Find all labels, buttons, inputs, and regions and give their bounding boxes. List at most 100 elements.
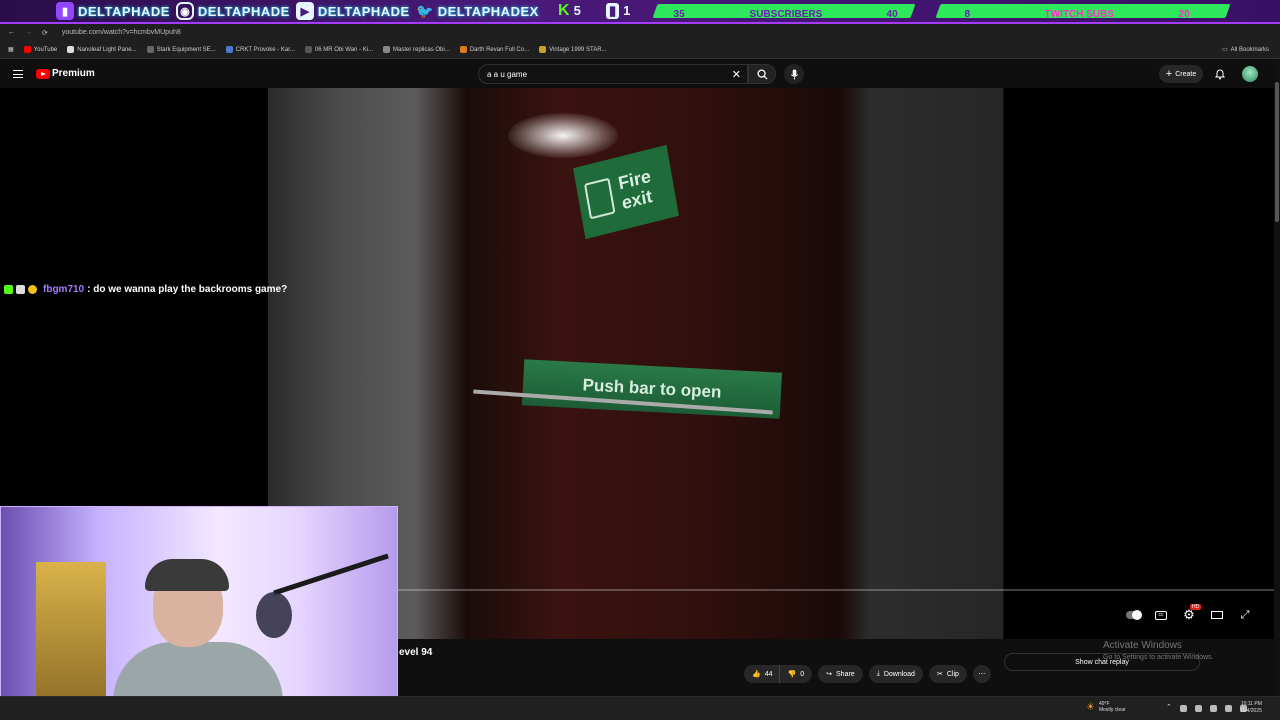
handle-text: DELTAPHADEX [437,3,539,19]
url-text[interactable]: youtube.com/watch?v=hcmbvMUpuh8 [62,29,181,36]
webcam-door [36,562,106,715]
microphone-icon [790,68,798,80]
share-button[interactable]: ↪ Share [818,665,863,683]
kick-icon: K [558,1,570,19]
theater-mode-button[interactable] [1208,607,1226,623]
handle-text: DELTAPHADE [78,3,170,19]
webcam-streamer [113,547,283,715]
fire-exit-text: Fire exit [616,165,654,214]
scroll-thumb[interactable] [1275,82,1279,222]
handle-text: DELTAPHADE [197,3,290,19]
browser-address-bar: ← → ⟳ youtube.com/watch?v=hcmbvMUpuh8 [0,24,1280,41]
settings-button[interactable]: ⚙ HD [1180,604,1202,623]
moderator-badge-icon [16,285,25,294]
subs-end: 40 [886,9,898,20]
running-man-icon [583,177,616,220]
autoplay-toggle[interactable] [1124,607,1142,623]
system-tray: ⌃ [1166,703,1247,712]
chat-text: : do we wanna play the backrooms game? [87,284,288,295]
apps-icon[interactable]: ▦ [8,46,14,53]
captions-icon: cc [1155,610,1167,620]
search-input[interactable]: a a u game ✕ [478,64,748,84]
microphone-tray-icon[interactable] [1224,705,1232,712]
tsubs-end: 20 [1178,9,1190,20]
bookmark-item[interactable]: CRKT Provoke - Kar... [225,46,295,53]
clip-button[interactable]: ✂ Clip [928,665,967,683]
webcam-overlay [0,506,398,716]
all-bookmarks[interactable]: ▭ All Bookmarks [1222,46,1269,54]
bookmark-item[interactable]: Darth Revan Full Co... [459,46,529,53]
back-icon[interactable]: ← [8,29,15,36]
ceiling-light [508,113,618,158]
dislike-count: 0 [800,670,805,678]
bookmark-item[interactable]: Nanoleaf Light Pane... [67,46,137,53]
reload-icon[interactable]: ⟳ [42,29,48,37]
search-button[interactable] [748,64,776,84]
video-progress-bar[interactable] [398,589,1274,591]
forward-icon[interactable]: → [25,29,32,36]
bookmark-item[interactable]: 06 MR Obi Wan - Ki... [304,46,373,53]
youtube-logo-icon[interactable] [36,69,50,79]
bookmark-item[interactable]: Master replicas Obi... [383,46,450,53]
subs-label: SUBSCRIBERS [749,9,822,20]
search-query: a a u game [487,70,528,79]
twitter-icon: 🐦 [416,2,434,19]
page-scrollbar[interactable] [1274,60,1280,700]
video-title: evel 94 [399,647,433,658]
search-icon [756,68,768,80]
chat-message: fbgm710 : do we wanna play the backrooms… [4,284,287,295]
kick-stat: K 5 [558,1,581,19]
theater-icon [1211,611,1223,619]
chat-username: fbgm710 [43,284,85,295]
kick-count: 5 [573,3,581,18]
kick-badge-icon [4,285,13,294]
tray-chevron-icon[interactable]: ⌃ [1166,703,1172,712]
bookmark-item[interactable]: Stark Equipment SE... [146,46,216,53]
create-label: Create [1175,70,1197,78]
plus-icon: + [1165,68,1173,80]
youtube-handle: ▶ DELTAPHADE [295,2,410,20]
youtube-header: Premium a a u game ✕ + Create [0,60,1280,88]
captions-button[interactable]: cc [1152,607,1170,623]
more-actions-button[interactable]: ⋯ [972,665,991,683]
avatar[interactable] [1242,66,1258,82]
hd-badge: HD [1190,604,1202,610]
tsubs-label: TWITCH SUBS [1044,9,1115,20]
bookmark-item[interactable]: Vintage 1999 STAR... [539,46,607,53]
fullscreen-button[interactable]: ⤢ [1236,607,1254,623]
screen: ▮ DELTAPHADE ◉ DELTAPHADE ▶ DELTAPHADE 🐦… [0,0,1280,720]
refresh-icon[interactable] [1194,705,1202,712]
thumbs-up-icon: 👍 [752,671,761,678]
like-count: 44 [764,670,773,678]
pop-filter [256,592,292,638]
menu-icon[interactable] [13,70,23,78]
fullscreen-icon: ⤢ [1240,608,1250,621]
onedrive-icon[interactable] [1179,705,1187,712]
share-icon: ↪ [826,671,833,678]
brand-label[interactable]: Premium [52,68,95,79]
weather-icon: ☀ [1086,701,1095,713]
voice-search-button[interactable] [784,64,804,84]
twitch-stat: ▮ 1 [606,2,630,19]
twitch-handle: ▮ DELTAPHADE [6,2,170,20]
dislike-button[interactable]: 👎 0 [778,665,813,683]
activate-windows-watermark: Activate Windows Go to Settings to activ… [1103,640,1214,661]
create-button[interactable]: + Create [1159,65,1203,83]
network-icon[interactable] [1209,705,1217,712]
windows-taskbar: ☀ 49°F Mostly clear ⌃ 10:11 PM 11/4/2025 [0,696,1280,720]
bookmark-item[interactable]: YouTube [23,46,57,53]
weather-widget[interactable]: ☀ 49°F Mostly clear [1086,701,1126,713]
download-button[interactable]: ⤓ Download [868,665,923,683]
youtube-icon: ▶ [295,2,314,20]
mic-boom-arm [273,553,389,596]
handle-text: DELTAPHADE [317,3,410,19]
like-button[interactable]: 👍 44 [744,665,779,683]
video-actions: 👍 44 👎 0 ↪ Share ⤓ Download ✂ Clip ⋯ [744,665,991,683]
coin-badge-icon [28,285,37,294]
notifications-bell-icon[interactable] [1214,68,1226,80]
toggle-icon [1126,610,1142,620]
clear-icon[interactable]: ✕ [732,68,741,81]
stream-overlay-banner: ▮ DELTAPHADE ◉ DELTAPHADE ▶ DELTAPHADE 🐦… [0,0,1280,24]
clock[interactable]: 10:11 PM 11/4/2025 [1240,701,1262,715]
more-icon: ⋯ [978,671,986,678]
